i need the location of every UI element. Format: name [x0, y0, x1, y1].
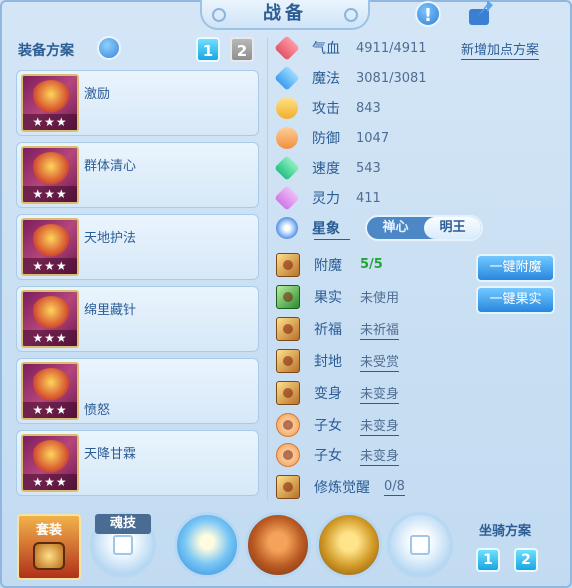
equip-plan-page-2[interactable]: 2 [230, 37, 254, 62]
belt-icon: ★★★ [21, 362, 79, 420]
transform-icon [276, 381, 300, 405]
one-click-enchant-button[interactable]: 一键附魔 [476, 254, 555, 282]
suit-button[interactable]: 套装 [17, 514, 81, 580]
divider [267, 38, 268, 500]
equip-slot-1[interactable]: ★★★ 激励 [16, 70, 259, 136]
attr-row-defense: 防御 1047 [276, 126, 389, 150]
special-row-fief[interactable]: 封地 未受赏 [276, 348, 400, 374]
share-icon [469, 1, 493, 25]
attr-row-spirit: 灵力 411 [274, 185, 381, 211]
star-sign-option-chanxin[interactable]: 禅心 [367, 217, 424, 239]
child-icon [276, 413, 300, 437]
window-title: 战备 [200, 0, 370, 30]
heart-icon [274, 35, 300, 61]
mount-plan-label: 坐骑方案 [479, 524, 532, 539]
armor-icon: ★★★ [21, 146, 79, 204]
special-row-blessing[interactable]: 祈福 未祈福 [276, 316, 400, 342]
add-point-plan-button[interactable]: 新增加点方案 [461, 39, 540, 60]
cultivation-icon [276, 475, 300, 499]
help-button[interactable]: ! [413, 0, 443, 28]
edit-pencil-icon[interactable] [97, 36, 121, 60]
equip-plan-page-1[interactable]: 1 [196, 37, 220, 62]
one-click-fruit-button[interactable]: 一键果实 [476, 286, 555, 314]
guardian-icon: ★★★ [21, 218, 79, 276]
ornament-icon [344, 8, 358, 22]
blessing-icon [276, 317, 300, 341]
bottom-bar: 套装 魂技 坐骑方案 1 2 [2, 506, 570, 586]
armor-red-icon: ★★★ [21, 434, 79, 492]
equip-name: 天降甘霖 [84, 447, 137, 462]
mana-icon [274, 65, 300, 91]
special-row-child-1[interactable]: 子女 未变身 [276, 412, 400, 438]
defense-icon [276, 127, 298, 149]
spirit-icon [274, 185, 300, 211]
equip-name: 群体清心 [84, 159, 137, 174]
attr-row-attack: 攻击 843 [276, 96, 381, 120]
equip-slot-3[interactable]: ★★★ 天地护法 [16, 214, 259, 280]
equip-slot-5[interactable]: ★★★ 愤怒 [16, 358, 259, 424]
special-row-transform[interactable]: 变身 未变身 [276, 380, 400, 406]
star-sign-toggle[interactable]: 禅心 明王 [365, 215, 483, 241]
exclamation-icon: ! [415, 1, 441, 27]
special-row-enchant: 附魔 5/5 [276, 252, 383, 278]
soul-skill-label: 魂技 [95, 514, 151, 534]
skill-slot-warrior[interactable] [316, 512, 382, 578]
share-button[interactable] [466, 0, 496, 28]
chest-icon [33, 542, 65, 570]
equip-slot-4[interactable]: ★★★ 绵里藏针 [16, 286, 259, 352]
enchant-icon [276, 253, 300, 277]
speed-icon [274, 155, 300, 181]
equip-slot-2[interactable]: ★★★ 群体清心 [16, 142, 259, 208]
star-sign-icon [276, 217, 298, 239]
mount-plan-page-2[interactable]: 2 [514, 548, 538, 572]
underline [314, 239, 350, 240]
equip-plan-label: 装备方案 [18, 43, 74, 59]
empty-slot-icon [410, 535, 430, 555]
equip-name: 天地护法 [84, 231, 137, 246]
special-row-fruit: 果实 未使用 [276, 284, 399, 310]
fief-icon [276, 349, 300, 373]
star-sign-row: 星象 [276, 216, 356, 240]
equip-name: 激励 [84, 87, 111, 102]
special-row-cultivation[interactable]: 修炼觉醒 0/8 [276, 474, 405, 500]
child-icon [276, 443, 300, 467]
special-row-child-2[interactable]: 子女 未变身 [276, 442, 400, 468]
empty-slot-icon [113, 535, 133, 555]
equip-name: 绵里藏针 [84, 303, 137, 318]
attr-row-mp: 魔法 3081/3081 [274, 65, 427, 91]
fan-icon: ★★★ [21, 74, 79, 132]
necklace-icon: ★★★ [21, 290, 79, 348]
star-sign-option-mingwang[interactable]: 明王 [424, 217, 481, 239]
fruit-icon [276, 285, 300, 309]
skill-slot-empty[interactable] [387, 512, 453, 578]
attr-row-hp: 气血 4911/4911 [274, 35, 427, 61]
equip-name: 愤怒 [84, 403, 111, 418]
skill-slot-chest[interactable] [245, 512, 311, 578]
mount-plan-page-1[interactable]: 1 [476, 548, 500, 572]
ornament-icon [212, 8, 226, 22]
equip-slot-6[interactable]: ★★★ 天降甘霖 [16, 430, 259, 496]
attr-row-speed: 速度 543 [274, 155, 381, 181]
attack-icon [276, 97, 298, 119]
skill-slot-monk[interactable] [174, 512, 240, 578]
